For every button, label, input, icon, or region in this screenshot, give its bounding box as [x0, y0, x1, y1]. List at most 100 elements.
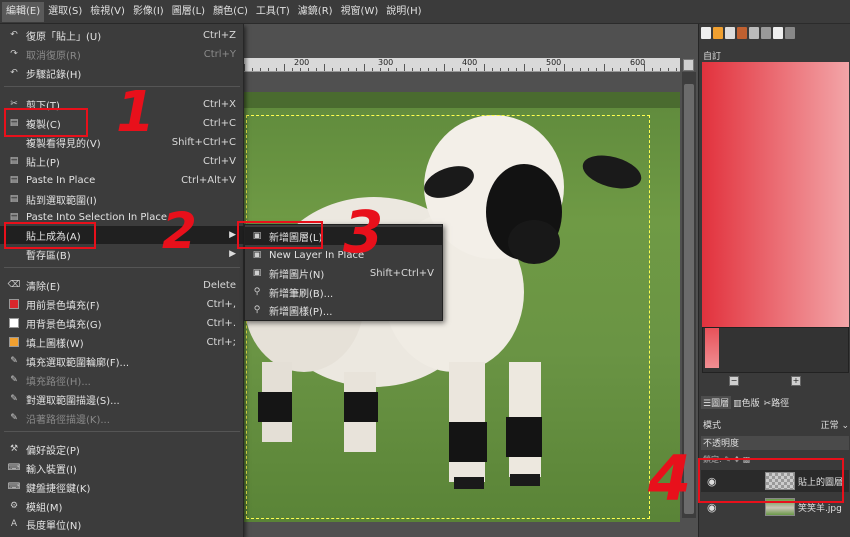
navigate-icon[interactable] [683, 59, 694, 71]
menu-item[interactable]: 用前景色填充(F) Ctrl+, [0, 295, 244, 313]
menu-separator [4, 267, 240, 268]
tab-channels[interactable]: ▥色版 [731, 396, 762, 409]
menu-item[interactable]: ✎ 填充選取範圍輪廓(F)... [0, 352, 244, 370]
submenu-item[interactable]: ⚲ 新增筆刷(B)... [245, 283, 442, 301]
ruler-tick [292, 68, 293, 71]
ruler-tick [668, 68, 669, 71]
gradients-tab-icon[interactable] [737, 27, 747, 39]
menu-item-label: 長度單位(N) [26, 520, 82, 532]
menubar: 編輯(E) 選取(S) 檢視(V) 影像(I) 圖層(L) 顏色(C) 工具(T) 濾鏡(R)… [0, 0, 850, 24]
history-icon: ↶ [10, 68, 18, 78]
menu-item[interactable]: ✎ 沿著路徑描邊(K)... [0, 409, 244, 427]
gradient-editor-preview[interactable] [702, 62, 849, 332]
menubar-item[interactable]: 影像(I) [129, 2, 168, 22]
ruler-tick [372, 68, 373, 71]
menu-separator [4, 431, 240, 432]
units-icon: A [10, 519, 18, 529]
fonts-tab-icon[interactable] [725, 27, 735, 39]
submenu-item-label: 新增筆刷(B)... [269, 288, 334, 300]
mode-label: 模式 [703, 421, 722, 431]
menubar-item[interactable]: 圖層(L) [168, 2, 209, 22]
menu-item-shortcut: Ctrl+C [202, 117, 236, 129]
menu-item-label: 填充選取範圍輪廓(F)... [26, 357, 130, 369]
menu-item[interactable]: ✎ 對選取範圍描邊(S)... [0, 390, 244, 408]
menubar-item[interactable]: 濾鏡(R) [294, 2, 337, 22]
menubar-item[interactable]: 工具(T) [252, 2, 294, 22]
menubar-item[interactable]: 說明(H) [382, 2, 425, 22]
menubar-item[interactable]: 視窗(W) [337, 2, 383, 22]
menubar-item[interactable]: 選取(S) [44, 2, 86, 22]
new-image-icon: ▣ [252, 268, 262, 278]
menu-item-label: 取消復原(R) [26, 50, 81, 62]
palette-tab-icon[interactable] [785, 27, 795, 39]
layer-mode-row[interactable]: 模式 正常 ⌄ [703, 418, 849, 432]
preferences-icon: ⚒ [9, 444, 19, 454]
menu-item[interactable]: ▤ 貼到選取範圍(I) [0, 190, 244, 208]
menu-item-label: 步驟記錄(H) [26, 69, 82, 81]
undo-icon: ↶ [10, 30, 18, 40]
paint-dynamics-tab-icon[interactable] [749, 27, 759, 39]
minus-icon[interactable]: − [729, 376, 739, 386]
menu-item[interactable]: 填上圖樣(W) Ctrl+; [0, 333, 244, 351]
tool-options-tab-icon[interactable] [773, 27, 783, 39]
ruler-tick [612, 68, 613, 71]
menu-item[interactable]: ⚒ 偏好設定(P) [0, 440, 244, 458]
menu-item-shortcut: Delete [203, 279, 236, 291]
menu-item[interactable]: ✎ 填充路徑(H)... [0, 371, 244, 389]
menu-item[interactable]: ⌫ 清除(E) Delete [0, 276, 244, 294]
menu-item-label: 用前景色填充(F) [26, 300, 100, 312]
tab-layers[interactable]: ☰圖層 [701, 395, 732, 409]
tab-paths-label: 路徑 [771, 398, 790, 409]
submenu-item[interactable]: ⚲ 新增圖樣(P)... [245, 301, 442, 319]
plus-icon[interactable]: + [791, 376, 801, 386]
menu-item[interactable]: ▤ 貼上(P) Ctrl+V [0, 152, 244, 170]
fill-selection-outline-icon: ✎ [10, 356, 18, 366]
ruler-tick [652, 68, 653, 71]
menu-item[interactable]: ▤ Paste In Place Ctrl+Alt+V [0, 171, 244, 189]
patterns-tab-icon[interactable] [713, 27, 723, 39]
menu-item-shortcut: Ctrl+V [202, 155, 236, 167]
menubar-item[interactable]: 顏色(C) [209, 2, 252, 22]
ruler-tick [660, 68, 661, 71]
menu-item[interactable]: ⚙ 模組(M) [0, 497, 244, 515]
menu-item-shortcut: Ctrl+Y [203, 48, 236, 60]
menu-item-label: 填充路徑(H)... [26, 376, 91, 388]
brushes-tab-icon[interactable] [701, 27, 711, 39]
ruler-label: 300 [378, 58, 394, 67]
gradient-list[interactable] [702, 327, 849, 373]
ruler-tick [436, 68, 437, 71]
menu-item[interactable]: A 長度單位(N) [0, 515, 244, 533]
horizontal-ruler[interactable]: 200 300 400 500 600 [244, 58, 680, 72]
paste-icon: ▤ [9, 156, 19, 166]
fill-pattern-icon [9, 337, 19, 347]
ruler-tick [548, 68, 549, 71]
tool-presets-tab-icon[interactable] [761, 27, 771, 39]
annotation-number-4: 4 [648, 442, 692, 515]
menu-item[interactable]: 用背景色填充(G) Ctrl+. [0, 314, 244, 332]
ruler-tick [244, 64, 245, 71]
ruler-tick [340, 68, 341, 71]
ruler-tick [540, 68, 541, 71]
submenu-item[interactable]: ▣ 新增圖片(N) Shift+Ctrl+V [245, 264, 442, 282]
gradient-swatch[interactable] [705, 328, 719, 368]
submenu-item-label: 新增圖片(N) [269, 269, 325, 281]
ruler-tick [484, 64, 485, 71]
menu-item-label: Paste In Place [26, 174, 96, 186]
keyboard-shortcuts-icon: ⌨ [7, 482, 21, 492]
tab-paths[interactable]: ✂路徑 [762, 396, 792, 409]
paste-into-selection-in-place-icon: ▤ [9, 212, 19, 222]
fill-fg-icon [9, 299, 19, 309]
menubar-item[interactable]: 檢視(V) [86, 2, 129, 22]
mode-select[interactable]: 正常 ⌄ [821, 418, 849, 432]
menu-item[interactable]: ⌨ 輸入裝置(I) [0, 459, 244, 477]
submenu-item-label: 新增圖樣(P)... [269, 306, 333, 318]
menu-item[interactable]: ⌨ 鍵盤捷徑鍵(K) [0, 478, 244, 496]
opacity-slider[interactable]: 不透明度 [701, 436, 849, 450]
menu-item-shortcut: Ctrl+. [206, 317, 236, 329]
menubar-item[interactable]: 編輯(E) [2, 1, 45, 22]
menu-item[interactable]: ↷ 取消復原(R) Ctrl+Y [0, 45, 244, 63]
ruler-tick [356, 68, 357, 71]
ruler-tick [628, 68, 629, 71]
menu-item-shortcut: Ctrl+Z [202, 29, 236, 41]
menu-item[interactable]: ↶ 復原「貼上」(U) Ctrl+Z [0, 26, 244, 44]
